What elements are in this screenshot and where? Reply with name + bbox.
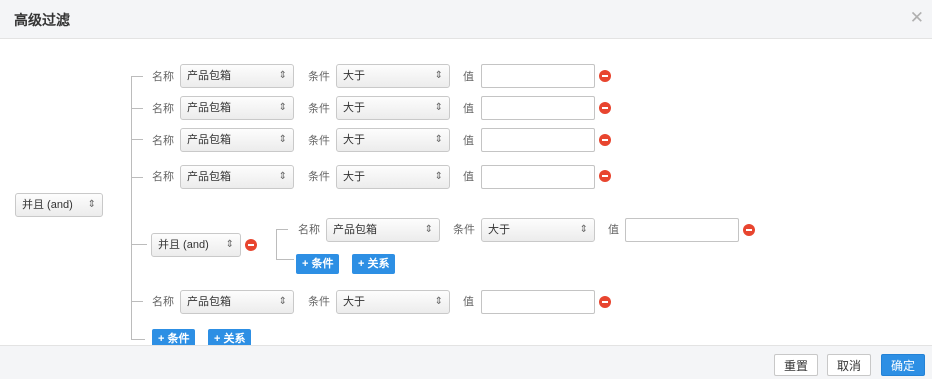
operator-select[interactable]: 大于 ⇕: [336, 290, 450, 314]
select-arrows-icon: ⇕: [278, 134, 287, 145]
tree-branch: [131, 339, 145, 340]
field-select[interactable]: 产品包箱 ⇕: [180, 96, 294, 120]
remove-icon[interactable]: [599, 70, 611, 82]
condition-label: 条件: [308, 171, 330, 183]
operator-select-value: 大于: [343, 134, 365, 146]
root-add-relation-button[interactable]: + 关系: [208, 329, 252, 345]
close-icon[interactable]: ✕: [910, 9, 924, 26]
value-label: 值: [463, 103, 474, 115]
select-arrows-icon: ⇕: [278, 102, 287, 113]
select-arrows-icon: ⇕: [434, 171, 443, 182]
operator-select-value: 大于: [343, 296, 365, 308]
select-arrows-icon: ⇕: [278, 70, 287, 81]
operator-select-value: 大于: [343, 171, 365, 183]
tree-branch: [131, 76, 143, 77]
operator-select-value: 大于: [343, 70, 365, 82]
dialog-title: 高级过滤: [14, 12, 70, 28]
condition-label: 条件: [453, 224, 475, 236]
add-relation-button[interactable]: + 关系: [352, 254, 396, 274]
value-label: 值: [463, 296, 474, 308]
operator-select[interactable]: 大于 ⇕: [336, 128, 450, 152]
value-label: 值: [463, 135, 474, 147]
select-arrows-icon: ⇕: [434, 134, 443, 145]
operator-select[interactable]: 大于 ⇕: [336, 96, 450, 120]
select-arrows-icon: ⇕: [434, 70, 443, 81]
operator-select-value: 大于: [488, 224, 510, 236]
field-select-value: 产品包箱: [333, 224, 377, 236]
field-select[interactable]: 产品包箱 ⇕: [180, 290, 294, 314]
value-input[interactable]: [481, 96, 595, 120]
root-operator-select[interactable]: 并且 (and) ⇕: [15, 193, 103, 217]
value-input[interactable]: [481, 165, 595, 189]
tree-branch: [276, 229, 288, 230]
remove-group-icon[interactable]: [245, 239, 257, 251]
field-select[interactable]: 产品包箱 ⇕: [326, 218, 440, 242]
name-label: 名称: [152, 103, 174, 115]
select-arrows-icon: ⇕: [87, 199, 96, 210]
tree-branch: [131, 301, 143, 302]
remove-icon[interactable]: [743, 224, 755, 236]
field-select-value: 产品包箱: [187, 70, 231, 82]
name-label: 名称: [298, 224, 320, 236]
value-label: 值: [463, 171, 474, 183]
field-select-value: 产品包箱: [187, 134, 231, 146]
tree-line: [276, 229, 277, 259]
field-select[interactable]: 产品包箱 ⇕: [180, 128, 294, 152]
condition-label: 条件: [308, 103, 330, 115]
name-label: 名称: [152, 296, 174, 308]
field-select-value: 产品包箱: [187, 171, 231, 183]
tree-branch: [131, 177, 143, 178]
confirm-button[interactable]: 确定: [881, 354, 925, 376]
value-input[interactable]: [625, 218, 739, 242]
dialog-footer: 重置 取消 确定: [0, 345, 932, 379]
operator-select[interactable]: 大于 ⇕: [336, 165, 450, 189]
value-label: 值: [463, 71, 474, 83]
select-arrows-icon: ⇕: [278, 171, 287, 182]
select-arrows-icon: ⇕: [424, 224, 433, 235]
select-arrows-icon: ⇕: [278, 296, 287, 307]
tree-branch: [131, 244, 147, 245]
condition-label: 条件: [308, 71, 330, 83]
select-arrows-icon: ⇕: [434, 102, 443, 113]
value-input[interactable]: [481, 290, 595, 314]
field-select-value: 产品包箱: [187, 296, 231, 308]
field-select-value: 产品包箱: [187, 102, 231, 114]
select-arrows-icon: ⇕: [434, 296, 443, 307]
remove-icon[interactable]: [599, 134, 611, 146]
root-operator-value: 并且 (and): [22, 199, 73, 211]
field-select[interactable]: 产品包箱 ⇕: [180, 64, 294, 88]
group-operator-value: 并且 (and): [158, 239, 209, 251]
select-arrows-icon: ⇕: [225, 239, 234, 250]
value-label: 值: [608, 224, 619, 236]
operator-select-value: 大于: [343, 102, 365, 114]
filter-body: 并且 (and) ⇕ 名称 产品包箱 ⇕ 条件 大于 ⇕ 值 名称 产品包箱 ⇕…: [0, 39, 932, 345]
condition-label: 条件: [308, 135, 330, 147]
field-select[interactable]: 产品包箱 ⇕: [180, 165, 294, 189]
root-add-condition-button[interactable]: + 条件: [152, 329, 196, 345]
dialog-header: 高级过滤 ✕: [0, 0, 932, 39]
remove-icon[interactable]: [599, 170, 611, 182]
tree-branch: [131, 139, 143, 140]
cancel-button[interactable]: 取消: [827, 354, 871, 376]
value-input[interactable]: [481, 64, 595, 88]
reset-button[interactable]: 重置: [774, 354, 818, 376]
name-label: 名称: [152, 135, 174, 147]
select-arrows-icon: ⇕: [579, 224, 588, 235]
group-operator-select[interactable]: 并且 (and) ⇕: [151, 233, 241, 257]
operator-select[interactable]: 大于 ⇕: [336, 64, 450, 88]
operator-select[interactable]: 大于 ⇕: [481, 218, 595, 242]
add-condition-button[interactable]: + 条件: [296, 254, 340, 274]
name-label: 名称: [152, 171, 174, 183]
condition-label: 条件: [308, 296, 330, 308]
name-label: 名称: [152, 71, 174, 83]
remove-icon[interactable]: [599, 102, 611, 114]
tree-branch: [131, 108, 143, 109]
remove-icon[interactable]: [599, 296, 611, 308]
value-input[interactable]: [481, 128, 595, 152]
tree-branch: [276, 259, 294, 260]
